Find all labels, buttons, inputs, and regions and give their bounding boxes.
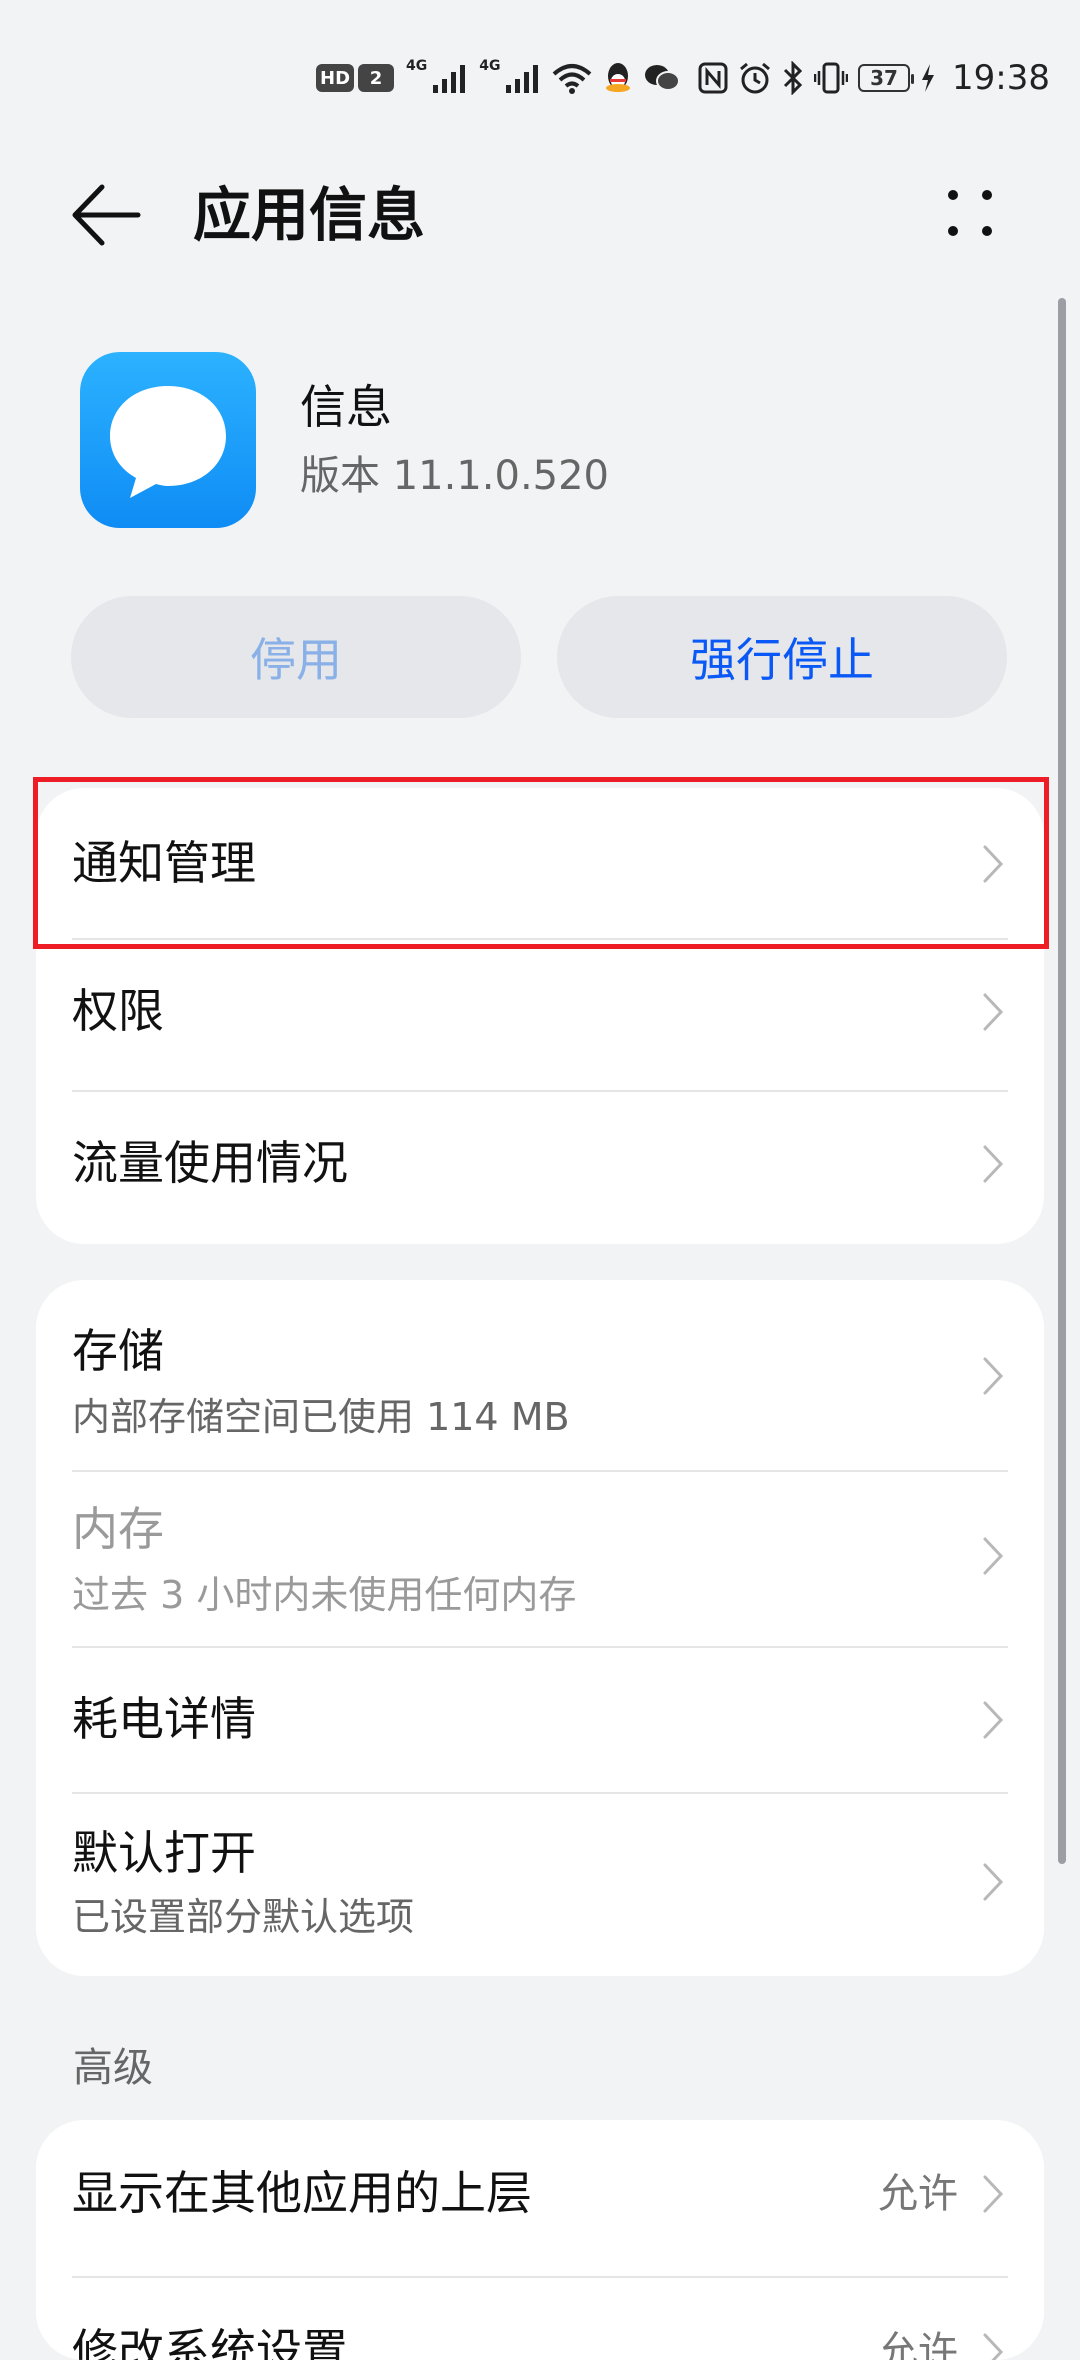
- row-title: 耗电详情: [72, 1692, 256, 1746]
- chevron-right-icon: [983, 845, 1004, 883]
- row-title: 修改系统设置: [72, 2324, 348, 2360]
- advanced-section-label: 高级: [73, 2045, 153, 2091]
- chevron-right-icon: [983, 993, 1004, 1031]
- more-options-icon[interactable]: [940, 180, 1000, 250]
- display-over-other-apps-row[interactable]: 显示在其他应用的上层 允许: [36, 2120, 1044, 2276]
- network-type-2: 4G: [479, 58, 501, 74]
- app-details-group: 存储 内部存储空间已使用 114 MB 内存 过去 3 小时内未使用任何内存 耗…: [36, 1280, 1044, 1976]
- chevron-right-icon: [983, 2175, 1004, 2213]
- sim-badge: 2: [358, 64, 395, 92]
- status-time: 19:38: [952, 58, 1050, 98]
- scrollbar[interactable]: [1058, 298, 1066, 1864]
- chevron-right-icon: [983, 2333, 1004, 2360]
- signal-icon: [433, 65, 466, 93]
- app-version: 版本 11.1.0.520: [300, 453, 610, 499]
- memory-row[interactable]: 内存 过去 3 小时内未使用任何内存: [36, 1472, 1044, 1646]
- network-type-1: 4G: [406, 58, 428, 74]
- status-right-icons: 37 19:38: [698, 56, 1050, 100]
- notification-management-row[interactable]: 通知管理: [36, 788, 1044, 938]
- app-bar: 应用信息: [0, 150, 1080, 280]
- advanced-group: 显示在其他应用的上层 允许 修改系统设置 允许: [36, 2120, 1044, 2360]
- row-title: 显示在其他应用的上层: [72, 2166, 532, 2220]
- bluetooth-icon: [783, 61, 803, 95]
- wifi-icon: [553, 64, 592, 94]
- row-value: 允许: [878, 2171, 958, 2217]
- force-stop-button[interactable]: 强行停止: [557, 596, 1007, 718]
- vibrate-icon: [814, 62, 849, 94]
- charging-icon: [922, 64, 935, 92]
- row-value: 允许: [878, 2329, 958, 2360]
- row-title: 存储: [72, 1324, 164, 1378]
- back-arrow-icon[interactable]: [70, 182, 142, 248]
- signal-icon: [506, 65, 539, 93]
- row-title: 内存: [72, 1502, 164, 1556]
- row-title: 流量使用情况: [72, 1136, 348, 1190]
- chat-bubble-icon: [110, 386, 226, 498]
- messages-app-icon: [80, 352, 256, 528]
- storage-row[interactable]: 存储 内部存储空间已使用 114 MB: [36, 1280, 1044, 1470]
- row-subtitle: 过去 3 小时内未使用任何内存: [72, 1573, 577, 1617]
- chevron-right-icon: [983, 1145, 1004, 1183]
- status-bar: HD 2 4G 4G 37 19:38: [0, 0, 1080, 150]
- chevron-right-icon: [983, 1863, 1004, 1901]
- row-title: 权限: [72, 984, 164, 1038]
- permissions-row[interactable]: 权限: [36, 940, 1044, 1090]
- battery-icon: 37: [858, 64, 915, 92]
- hd-badge: HD: [316, 64, 355, 92]
- wechat-icon: [645, 65, 681, 91]
- battery-usage-row[interactable]: 耗电详情: [36, 1648, 1044, 1792]
- disable-button[interactable]: 停用: [71, 596, 521, 718]
- row-title: 通知管理: [72, 836, 256, 890]
- modify-system-settings-row[interactable]: 修改系统设置 允许: [36, 2278, 1044, 2360]
- row-title: 默认打开: [72, 1826, 256, 1880]
- chevron-right-icon: [983, 1537, 1004, 1575]
- page-title: 应用信息: [193, 181, 426, 249]
- row-subtitle: 内部存储空间已使用 114 MB: [72, 1395, 570, 1439]
- app-name: 信息: [300, 380, 392, 434]
- alarm-icon: [740, 62, 770, 94]
- row-subtitle: 已设置部分默认选项: [72, 1895, 415, 1939]
- open-by-default-row[interactable]: 默认打开 已设置部分默认选项: [36, 1794, 1044, 1976]
- data-usage-row[interactable]: 流量使用情况: [36, 1092, 1044, 1242]
- chevron-right-icon: [983, 1357, 1004, 1395]
- app-settings-group: 通知管理 权限 流量使用情况: [36, 788, 1044, 1244]
- qq-icon: [606, 63, 631, 92]
- chevron-right-icon: [983, 1701, 1004, 1739]
- status-left-icons: HD 2 4G 4G: [316, 58, 681, 98]
- nfc-icon: [698, 62, 728, 94]
